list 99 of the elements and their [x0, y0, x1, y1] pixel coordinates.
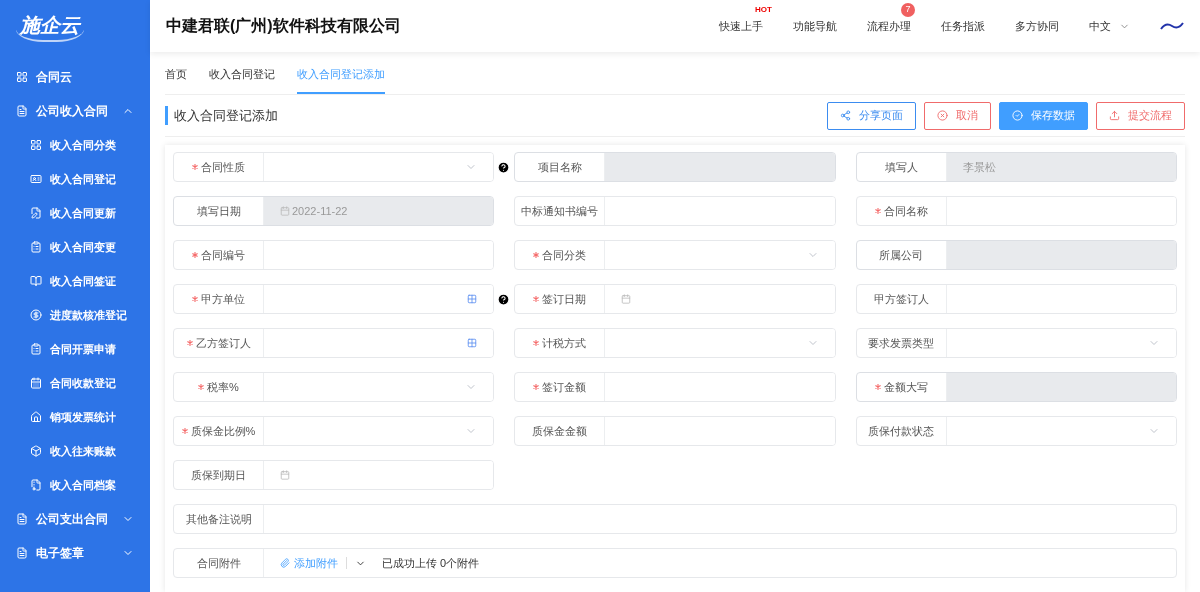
count-badge: 7: [901, 2, 915, 17]
button-icon: [1109, 110, 1120, 121]
sidebar-item[interactable]: 合同开票申请: [0, 332, 150, 366]
field-label: 合同附件: [174, 549, 264, 577]
form-field[interactable]: 质保到期日: [173, 460, 495, 490]
field-label: 税率%: [207, 379, 239, 395]
sidebar-item[interactable]: 收入合同档案: [0, 468, 150, 502]
button-icon: [840, 110, 851, 121]
form-field[interactable]: 合同分类: [514, 240, 836, 270]
field-label: 质保付款状态: [868, 423, 935, 439]
field-label: 质保金金额: [532, 423, 588, 439]
field-label: 其他备注说明: [174, 505, 264, 533]
nav-link[interactable]: 功能导航: [793, 19, 837, 32]
field-label: 中标通知书编号: [521, 203, 599, 219]
field-label: 金额大写: [883, 379, 928, 395]
field-label: 甲方签订人: [873, 291, 929, 307]
sidebar-group[interactable]: 公司支出合同: [0, 502, 150, 536]
logo: 施企云: [16, 10, 84, 42]
form-field[interactable]: 甲方单位: [173, 284, 495, 314]
form-field[interactable]: 合同性质: [173, 152, 495, 182]
field-label: 所属公司: [879, 247, 924, 263]
field-label: 质保金比例%: [190, 423, 256, 439]
tab[interactable]: 首页: [165, 65, 187, 94]
field-label: 要求发票类型: [868, 335, 935, 351]
sidebar-group[interactable]: 公司收入合同: [0, 94, 150, 128]
menu-icon: [30, 377, 42, 389]
menu-icon: [16, 71, 28, 83]
menu-icon: [30, 479, 42, 491]
field-label: 计税方式: [542, 335, 587, 351]
form-field[interactable]: 质保金金额: [514, 416, 836, 446]
sidebar-item[interactable]: 合同收款登记: [0, 366, 150, 400]
button-icon: [937, 110, 948, 121]
field-label: 乙方签订人: [195, 335, 251, 351]
field-label: 合同名称: [883, 203, 928, 219]
field-label: 项目名称: [537, 159, 582, 175]
menu-icon: [30, 173, 42, 185]
company-name: 中建君联(广州)软件科技有限公司: [166, 16, 402, 36]
sidebar-item[interactable]: 收入合同变更: [0, 230, 150, 264]
menu-icon: [30, 309, 42, 321]
menu-icon: [30, 411, 42, 423]
form-field[interactable]: 签订金额: [514, 372, 836, 402]
menu-icon: [30, 207, 42, 219]
form-field[interactable]: 质保金比例%: [173, 416, 495, 446]
calendar-icon: [280, 206, 290, 216]
calendar-icon: [621, 294, 632, 304]
picker-icon: [467, 338, 478, 348]
menu-icon: [30, 343, 42, 355]
form-field[interactable]: 要求发票类型: [855, 328, 1177, 358]
tab[interactable]: 收入合同登记: [209, 65, 275, 94]
sidebar-group[interactable]: 合同云: [0, 60, 150, 94]
nav-link[interactable]: 流程办理: [867, 19, 911, 32]
form-field[interactable]: 签订日期: [514, 284, 836, 314]
action-button[interactable]: 分享页面: [827, 101, 916, 130]
picker-icon: [467, 294, 478, 304]
field-label: 签订金额: [542, 379, 587, 395]
form-field[interactable]: 质保付款状态: [855, 416, 1177, 446]
field-label: 填写人: [884, 159, 918, 175]
sidebar-item[interactable]: 收入合同分类: [0, 128, 150, 162]
upload-status: 已成功上传 0个附件: [382, 555, 480, 571]
sidebar-item[interactable]: 收入合同签证: [0, 264, 150, 298]
menu-icon: [30, 445, 42, 457]
paperclip-icon: [280, 558, 290, 568]
sidebar-item[interactable]: 收入合同登记: [0, 162, 150, 196]
nav-link[interactable]: 多方协同: [1015, 19, 1059, 32]
form-field[interactable]: 合同编号: [173, 240, 495, 270]
menu-icon: [16, 513, 28, 525]
help-icon[interactable]: [497, 292, 511, 306]
hot-label: HOT: [755, 5, 772, 14]
form-field[interactable]: 计税方式: [514, 328, 836, 358]
sidebar-item[interactable]: 收入合同更新: [0, 196, 150, 230]
menu-icon: [30, 275, 42, 287]
sidebar-item[interactable]: 收入往来账款: [0, 434, 150, 468]
menu-icon: [30, 241, 42, 253]
form-field[interactable]: 甲方签订人: [855, 284, 1177, 314]
menu-icon: [16, 105, 28, 117]
nav-link[interactable]: 任务指派: [941, 19, 985, 32]
form-field[interactable]: 乙方签订人: [173, 328, 495, 358]
field-label: 合同分类: [542, 247, 587, 263]
field-label: 质保到期日: [191, 467, 246, 483]
field-value: 李景松: [962, 159, 996, 175]
field-label: 合同性质: [201, 159, 245, 175]
language-select[interactable]: 中文: [1089, 17, 1130, 35]
menu-icon: [30, 139, 42, 151]
form-field[interactable]: 中标通知书编号: [514, 196, 836, 226]
calendar-icon: [280, 470, 290, 480]
field-label: 甲方单位: [201, 291, 245, 307]
button-icon: [1012, 110, 1023, 121]
field-value: 2022-11-22: [292, 203, 348, 219]
sidebar-item[interactable]: 销项发票统计: [0, 400, 150, 434]
field-label: 签订日期: [542, 291, 587, 307]
sidebar-item[interactable]: 进度款核准登记: [0, 298, 150, 332]
field-label: 合同编号: [201, 247, 245, 263]
form-field[interactable]: 合同名称: [855, 196, 1177, 226]
form-field[interactable]: 税率%: [173, 372, 495, 402]
sidebar-group[interactable]: 电子签章: [0, 536, 150, 570]
remarks-field[interactable]: 其他备注说明: [173, 504, 1177, 534]
field-label: 填写日期: [196, 203, 241, 219]
menu-icon: [16, 547, 28, 559]
nav-link[interactable]: 快速上手: [719, 19, 763, 32]
